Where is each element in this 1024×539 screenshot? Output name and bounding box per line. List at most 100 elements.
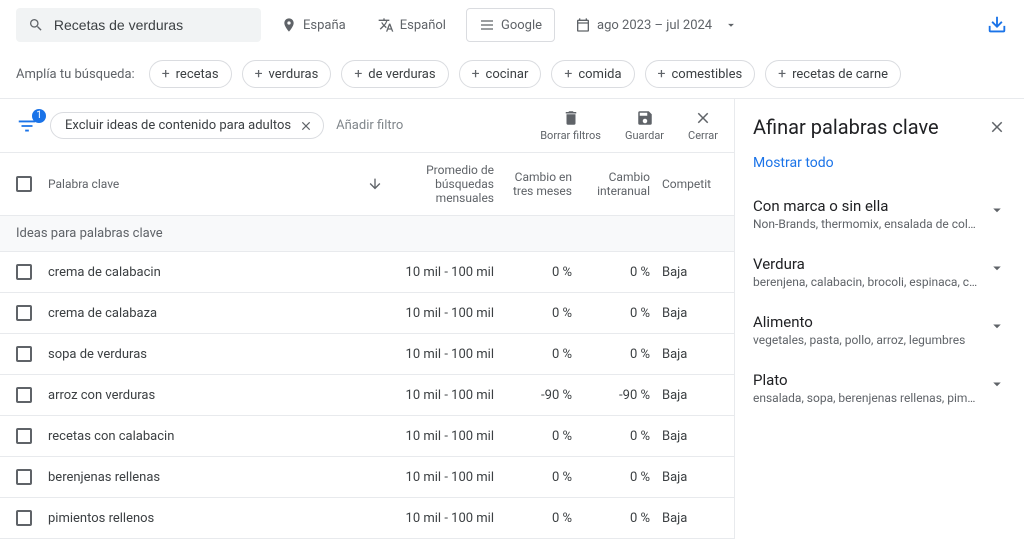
header-searches[interactable]: Promedio de búsquedas mensuales — [397, 163, 502, 205]
remove-filter-button[interactable] — [299, 119, 313, 133]
keyword-cell[interactable]: sopa de verduras — [48, 347, 367, 362]
filter-row: 1 Excluir ideas de contenido para adulto… — [0, 99, 734, 152]
filter-button[interactable]: 1 — [16, 115, 38, 137]
section-header: Ideas para palabras clave — [0, 216, 734, 252]
save-button[interactable]: Guardar — [625, 109, 664, 142]
plus-icon: + — [162, 66, 170, 82]
row-checkbox[interactable] — [16, 264, 32, 280]
header-three-month[interactable]: Cambio en tres meses — [502, 170, 580, 198]
table-row: pimientos rellenos10 mil - 100 mil0 %0 %… — [0, 498, 734, 539]
refine-group-subtitle: vegetales, pasta, pollo, arroz, legumbre… — [753, 333, 965, 347]
main-area: 1 Excluir ideas de contenido para adulto… — [0, 99, 1024, 539]
searches-cell: 10 mil - 100 mil — [397, 470, 502, 485]
chevron-down-icon — [988, 375, 1006, 393]
keyword-cell[interactable]: recetas con calabacin — [48, 429, 367, 444]
three-month-cell: 0 % — [502, 470, 580, 485]
plus-icon: + — [354, 66, 362, 82]
search-box[interactable] — [16, 8, 261, 42]
table-row: crema de calabaza10 mil - 100 mil0 %0 %B… — [0, 293, 734, 334]
plus-icon: + — [564, 66, 572, 82]
table-body: crema de calabacin10 mil - 100 mil0 %0 %… — [0, 252, 734, 539]
searches-cell: 10 mil - 100 mil — [397, 511, 502, 526]
language-label: Español — [400, 18, 446, 33]
plus-icon: + — [778, 66, 786, 82]
refine-group[interactable]: Alimento vegetales, pasta, pollo, arroz, … — [735, 301, 1024, 359]
refine-group[interactable]: Verduraberenjena, calabacin, brocoli, es… — [735, 243, 1024, 301]
broaden-pill[interactable]: + de verduras — [341, 60, 448, 88]
table-row: arroz con verduras10 mil - 100 mil-90 %-… — [0, 375, 734, 416]
pill-label: de verduras — [368, 67, 435, 82]
three-month-cell: 0 % — [502, 306, 580, 321]
row-checkbox[interactable] — [16, 510, 32, 526]
clear-filters-button[interactable]: Borrar filtros — [540, 109, 601, 142]
date-range-label: ago 2023 – jul 2024 — [597, 18, 712, 33]
search-input[interactable] — [54, 17, 249, 33]
broaden-pill[interactable]: +comida — [551, 60, 634, 88]
broaden-pill[interactable]: + recetas — [149, 60, 232, 88]
close-button[interactable]: Cerrar — [688, 109, 718, 142]
select-all-checkbox[interactable] — [16, 176, 32, 192]
row-checkbox[interactable] — [16, 428, 32, 444]
plus-icon: + — [658, 66, 666, 82]
pill-label: verduras — [269, 67, 319, 82]
trash-icon — [562, 109, 580, 127]
arrow-down-icon — [367, 176, 383, 192]
close-icon — [988, 118, 1006, 136]
download-button[interactable] — [986, 14, 1008, 36]
pill-label: comestibles — [671, 67, 742, 82]
row-checkbox[interactable] — [16, 469, 32, 485]
location-selector[interactable]: España — [269, 9, 358, 41]
show-all-link[interactable]: Mostrar todo — [735, 149, 1024, 185]
table-header: Palabra clave Promedio de búsquedas mens… — [0, 152, 734, 216]
row-checkbox[interactable] — [16, 346, 32, 362]
date-range-selector[interactable]: ago 2023 – jul 2024 — [563, 9, 750, 41]
broaden-bar: Amplía tu búsqueda: +recetas +verduras +… — [0, 50, 1024, 99]
pill-label: recetas — [176, 67, 219, 82]
keyword-cell[interactable]: berenjenas rellenas — [48, 470, 367, 485]
refine-group[interactable]: Con marca o sin ellaNon-Brands, thermomi… — [735, 185, 1024, 243]
location-label: España — [303, 18, 346, 33]
broaden-pill[interactable]: + comestibles — [645, 60, 756, 88]
row-checkbox[interactable] — [16, 387, 32, 403]
network-icon — [479, 17, 495, 33]
pill-label: cocinar — [486, 67, 529, 82]
broaden-pill[interactable]: + cocinar — [459, 60, 542, 88]
refine-group-title: Plato — [753, 371, 978, 389]
network-selector[interactable]: Google — [466, 8, 555, 42]
broaden-pill[interactable]: + verduras — [242, 60, 332, 88]
keyword-cell[interactable]: pimientos rellenos — [48, 511, 367, 526]
three-month-cell: 0 % — [502, 347, 580, 362]
add-filter-button[interactable]: Añadir filtro — [336, 118, 403, 133]
competition-cell: Baja — [658, 306, 718, 321]
calendar-icon — [575, 17, 591, 33]
sort-arrow[interactable] — [367, 176, 397, 192]
competition-cell: Baja — [658, 511, 718, 526]
row-checkbox[interactable] — [16, 305, 32, 321]
searches-cell: 10 mil - 100 mil — [397, 388, 502, 403]
plus-icon: + — [255, 66, 263, 82]
refine-close-button[interactable] — [988, 118, 1006, 136]
three-month-cell: 0 % — [502, 265, 580, 280]
yoy-cell: 0 % — [580, 347, 658, 362]
active-filter-chip[interactable]: Excluir ideas de contenido para adultos — [50, 112, 324, 139]
results-panel: 1 Excluir ideas de contenido para adulto… — [0, 99, 734, 539]
broaden-pill[interactable]: +recetas de carne — [765, 60, 901, 88]
refine-group[interactable]: Plato ensalada, sopa, berenjenas rellenas… — [735, 359, 1024, 417]
yoy-cell: 0 % — [580, 306, 658, 321]
refine-group-title: Alimento — [753, 313, 965, 331]
yoy-cell: 0 % — [580, 429, 658, 444]
language-selector[interactable]: Español — [366, 9, 458, 41]
plus-icon: + — [472, 66, 480, 82]
keyword-cell[interactable]: arroz con verduras — [48, 388, 367, 403]
close-icon — [299, 119, 313, 133]
header-keyword[interactable]: Palabra clave — [48, 177, 367, 191]
refine-group-subtitle: ensalada, sopa, berenjenas rellenas, pim… — [753, 391, 978, 405]
header-yoy[interactable]: Cambio interanual — [580, 170, 658, 198]
location-icon — [281, 17, 297, 33]
refine-header: Afinar palabras clave — [735, 99, 1024, 149]
keyword-cell[interactable]: crema de calabaza — [48, 306, 367, 321]
active-filter-label: Excluir ideas de contenido para adultos — [65, 118, 291, 133]
header-competition[interactable]: Competit — [658, 177, 718, 191]
translate-icon — [378, 17, 394, 33]
keyword-cell[interactable]: crema de calabacin — [48, 265, 367, 280]
